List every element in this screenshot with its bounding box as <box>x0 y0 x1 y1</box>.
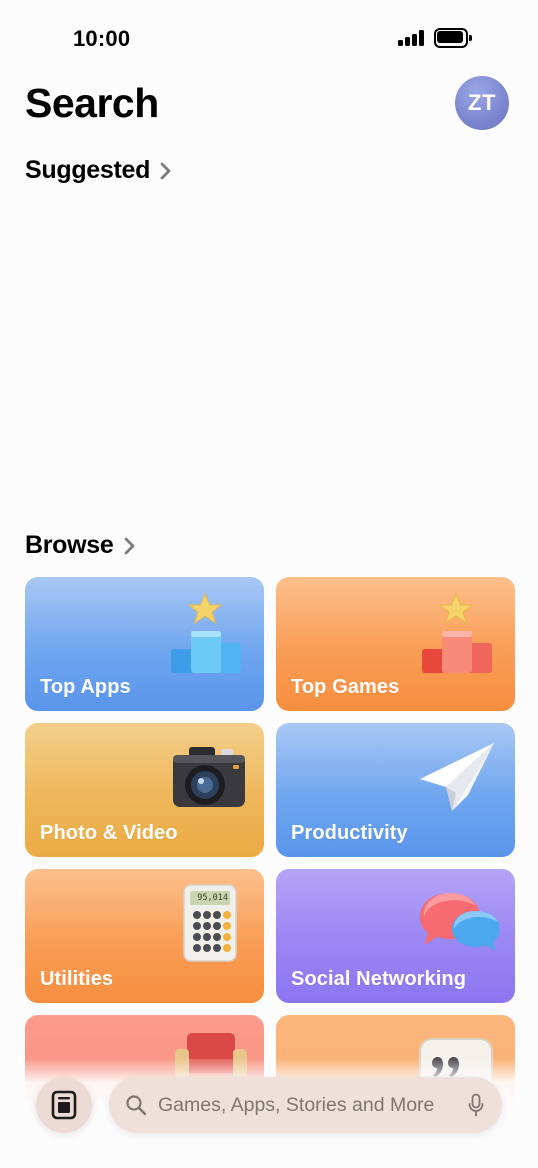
chat-bubbles-icon <box>420 893 500 951</box>
category-tile-utilities[interactable]: 95,014 Utilities <box>25 869 264 1003</box>
category-tile-top-games[interactable]: Top Games <box>276 577 515 711</box>
search-input[interactable] <box>158 1093 460 1117</box>
search-icon <box>126 1095 147 1116</box>
chevron-right-icon <box>124 537 134 554</box>
today-newspaper-icon <box>51 1090 77 1120</box>
status-bar: 10:00 <box>0 0 538 78</box>
calculator-display-value: 95,014 <box>197 893 228 903</box>
search-bar[interactable] <box>109 1077 502 1133</box>
account-avatar-button[interactable]: ZT <box>455 76 509 130</box>
browse-heading: Browse <box>25 531 114 559</box>
microphone-icon[interactable] <box>468 1093 484 1117</box>
paper-plane-icon <box>420 743 494 811</box>
browse-section-link[interactable]: Browse <box>25 531 136 560</box>
status-time: 10:00 <box>73 26 131 51</box>
suggested-section-link[interactable]: Suggested <box>25 156 172 185</box>
category-label: Top Games <box>291 676 400 698</box>
category-tile-productivity[interactable]: Productivity <box>276 723 515 857</box>
page-title: Search <box>25 80 159 126</box>
category-tile-social-networking[interactable]: Social Networking <box>276 869 515 1003</box>
category-label: Photo & Video <box>40 822 178 844</box>
category-tile-photo-video[interactable]: Photo & Video <box>25 723 264 857</box>
suggested-heading: Suggested <box>25 156 151 184</box>
chevron-right-icon <box>160 162 171 179</box>
battery-icon <box>434 28 472 48</box>
today-tab-button[interactable] <box>36 1077 92 1133</box>
category-label: Utilities <box>40 968 114 990</box>
category-tile-top-apps[interactable]: Top Apps <box>25 577 264 711</box>
podium-star-blue-icon <box>171 592 241 673</box>
category-label: Productivity <box>291 822 408 844</box>
podium-star-red-icon <box>422 592 492 673</box>
category-label: Top Apps <box>40 676 131 698</box>
app-store-search-screen: 10:00 Search ZT Suggested Browse Top App… <box>0 0 538 1168</box>
category-label: Social Networking <box>291 968 467 990</box>
cellular-signal-icon <box>398 30 426 46</box>
camera-icon <box>173 747 245 807</box>
calculator-icon: 95,014 <box>182 883 238 963</box>
